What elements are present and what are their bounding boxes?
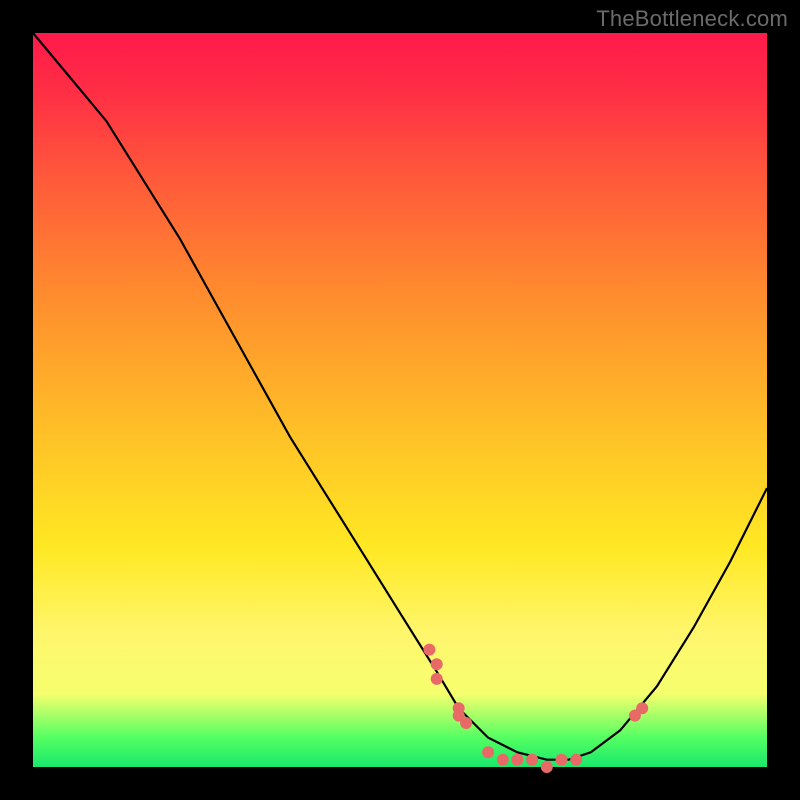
chart-marker <box>541 761 553 773</box>
chart-marker <box>526 754 538 766</box>
chart-markers <box>423 644 648 773</box>
chart-marker <box>423 644 435 656</box>
bottleneck-curve <box>33 33 767 760</box>
chart-marker <box>482 746 494 758</box>
watermark-label: TheBottleneck.com <box>596 6 788 32</box>
chart-plot-area <box>33 33 767 767</box>
chart-svg <box>33 33 767 767</box>
chart-marker <box>636 702 648 714</box>
chart-marker <box>497 754 509 766</box>
chart-marker <box>460 717 472 729</box>
chart-stage: TheBottleneck.com <box>0 0 800 800</box>
chart-marker <box>511 754 523 766</box>
chart-marker <box>570 754 582 766</box>
chart-marker <box>556 754 568 766</box>
chart-marker <box>431 673 443 685</box>
chart-marker <box>431 658 443 670</box>
